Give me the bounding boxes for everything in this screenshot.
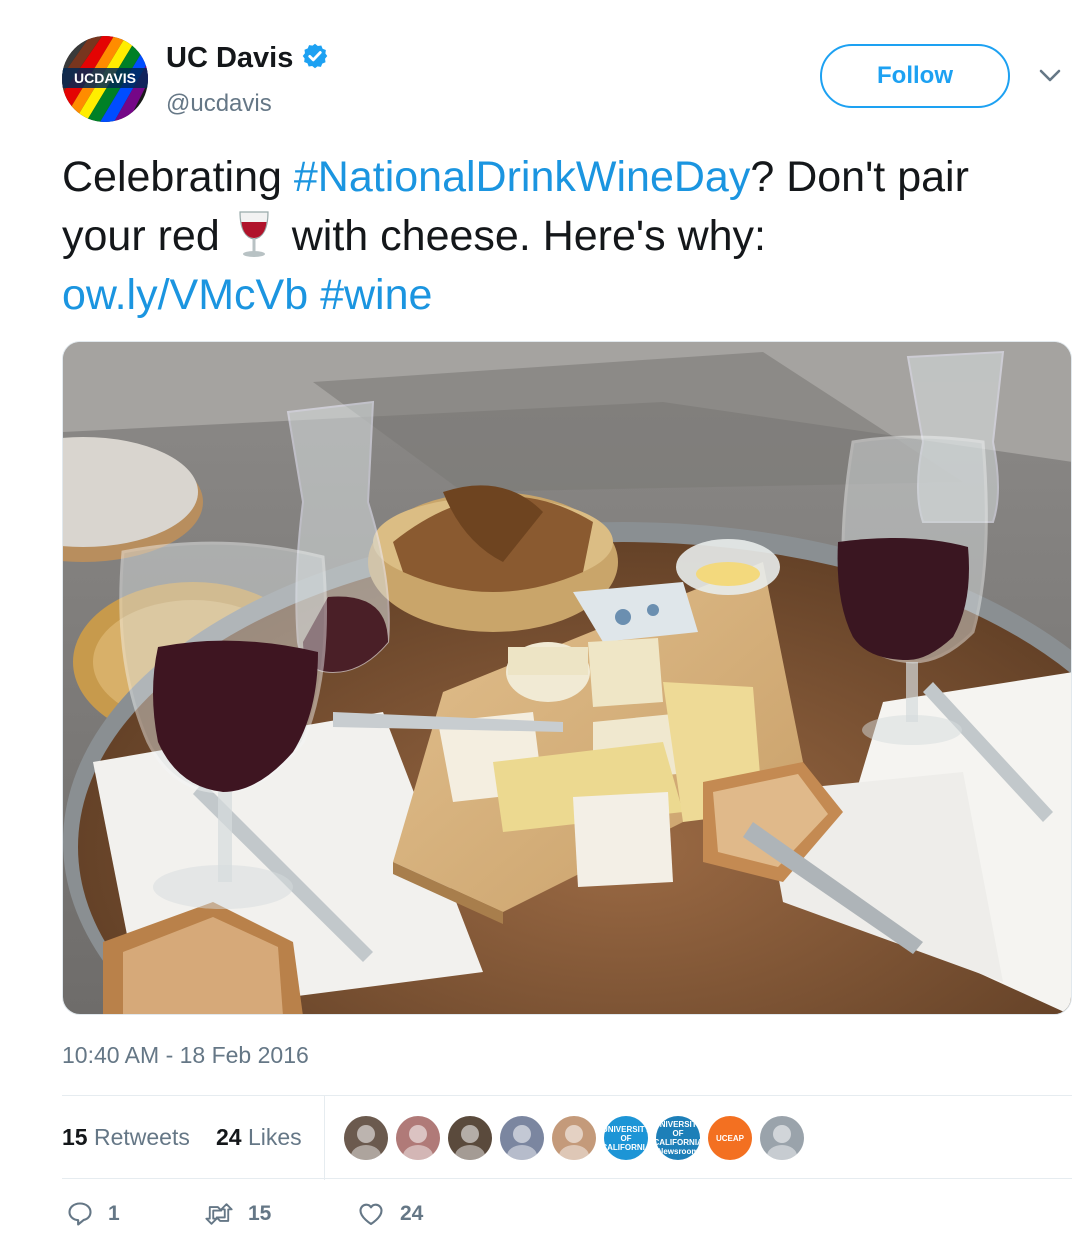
likes-stat[interactable]: 24 Likes bbox=[216, 1124, 302, 1151]
author-avatar[interactable]: UCDAVIS bbox=[62, 36, 148, 122]
author-handle[interactable]: @ucdavis bbox=[166, 90, 272, 118]
liker-avatar-label: UNIVERSITY OF CALIFORNIA Newsroom bbox=[656, 1120, 700, 1156]
retweets-count: 15 bbox=[62, 1124, 88, 1150]
tweet-text-part: with cheese. Here's why: bbox=[291, 212, 766, 260]
wine-glass-icon bbox=[234, 210, 274, 258]
liker-avatar[interactable]: UCEAP bbox=[708, 1116, 752, 1160]
liker-avatar-label: UNIVERSITY OF CALIFORNIA bbox=[604, 1124, 648, 1152]
reply-count: 1 bbox=[108, 1202, 120, 1225]
liker-avatar[interactable] bbox=[552, 1116, 596, 1160]
liker-avatar[interactable] bbox=[760, 1116, 804, 1160]
tweet-timestamp[interactable]: 10:40 AM - 18 Feb 2016 bbox=[62, 1042, 309, 1069]
retweets-label: Retweets bbox=[93, 1124, 190, 1150]
liker-avatar[interactable]: UNIVERSITY OF CALIFORNIA bbox=[604, 1116, 648, 1160]
shortened-link[interactable]: ow.ly/VMcVb bbox=[62, 271, 308, 319]
liker-avatar[interactable] bbox=[396, 1116, 440, 1160]
likes-count: 24 bbox=[216, 1124, 242, 1150]
hashtag-link[interactable]: #wine bbox=[320, 271, 432, 319]
verified-badge-icon bbox=[301, 42, 329, 75]
liker-avatar[interactable] bbox=[344, 1116, 388, 1160]
avatar-logo-text: UCDAVIS bbox=[74, 70, 136, 86]
liker-avatars: UNIVERSITY OF CALIFORNIA UNIVERSITY OF CA… bbox=[344, 1116, 804, 1160]
heart-icon bbox=[359, 1203, 383, 1225]
liker-avatar[interactable] bbox=[448, 1116, 492, 1160]
author-name-row[interactable]: UC Davis bbox=[166, 42, 329, 75]
tweet-photo[interactable] bbox=[62, 341, 1072, 1015]
like-button[interactable]: 24 bbox=[356, 1200, 423, 1228]
engagement-stats: 15 Retweets 24 Likes UNIVERSITY OF CALIF… bbox=[62, 1095, 1072, 1180]
tweet-text-part: Celebrating bbox=[62, 153, 294, 201]
tweet-header: UCDAVIS UC Davis @ucdavis Follow bbox=[62, 36, 1072, 126]
liker-avatar-label: UCEAP bbox=[715, 1133, 744, 1143]
hashtag-link[interactable]: #NationalDrinkWineDay bbox=[294, 153, 750, 201]
liker-avatar[interactable] bbox=[500, 1116, 544, 1160]
retweets-stat[interactable]: 15 Retweets bbox=[62, 1124, 190, 1151]
likes-label: Likes bbox=[247, 1124, 302, 1150]
like-count: 24 bbox=[400, 1202, 424, 1225]
tweet-actions: 1 15 24 bbox=[62, 1200, 562, 1240]
chevron-down-icon[interactable] bbox=[1038, 66, 1062, 86]
retweet-button[interactable]: 15 bbox=[204, 1200, 271, 1228]
author-display-name[interactable]: UC Davis bbox=[166, 42, 293, 75]
tweet-text: Celebrating #NationalDrinkWineDay? Don't… bbox=[62, 148, 1062, 325]
follow-button[interactable]: Follow bbox=[820, 44, 1010, 108]
retweet-icon bbox=[205, 1203, 233, 1225]
reply-button[interactable]: 1 bbox=[66, 1200, 120, 1228]
stats-divider bbox=[324, 1096, 325, 1180]
reply-icon bbox=[68, 1202, 92, 1226]
retweet-count: 15 bbox=[248, 1202, 272, 1225]
liker-avatar[interactable]: UNIVERSITY OF CALIFORNIA Newsroom bbox=[656, 1116, 700, 1160]
